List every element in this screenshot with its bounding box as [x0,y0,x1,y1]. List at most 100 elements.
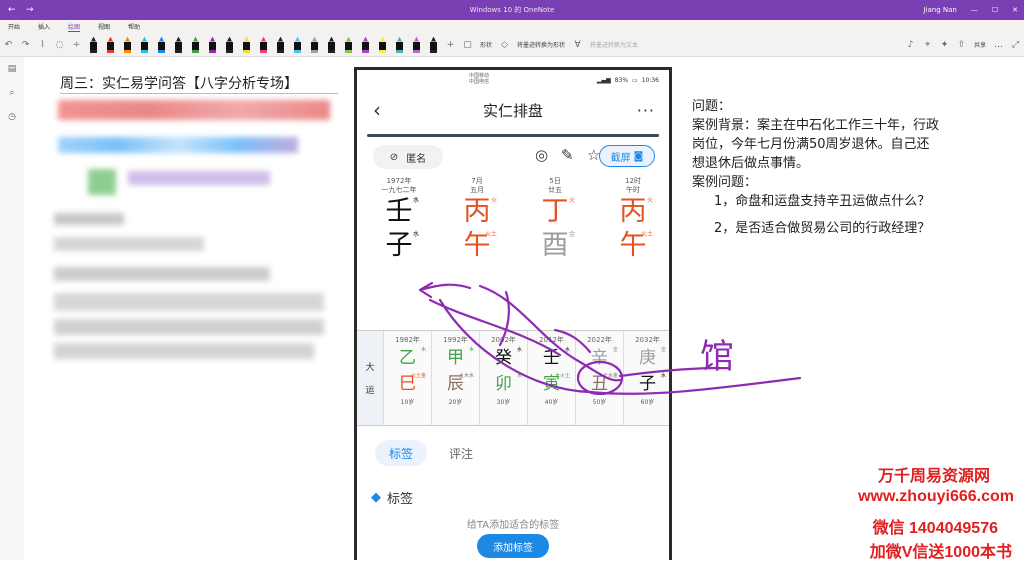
dayun-age: 10岁 [400,399,415,406]
redo-icon[interactable]: ↷ [19,38,32,52]
ink-to-text-button[interactable]: 将墨迹转换为文本 [590,40,638,49]
pen-icon[interactable] [124,36,131,53]
pen-icon[interactable] [226,36,233,53]
ribbon-tabs: 开始 插入 绘图 视图 帮助 [0,20,1024,33]
pen-icon[interactable] [107,36,114,53]
more-icon[interactable]: ··· [637,101,655,120]
ink-to-shape-button[interactable]: 将墨迹转换为形状 [517,40,565,49]
pen-icon[interactable] [345,36,352,53]
signal-icon: ▂▄▆ [596,76,611,84]
dayun-year: 2012年 [539,336,564,344]
pen-icon[interactable] [158,36,165,53]
more-icon[interactable]: … [992,38,1005,52]
carrier-labels: 中国移动 中国电信 [469,73,489,85]
pillar-column: 12时 午时丙火午火土 [603,177,663,263]
action-row: ⊘ 匿名 ◎ ✎ ☆ 截屏 ◙ [357,137,669,177]
watermark-line-2: www.zhouyi666.com [858,488,1014,505]
dayun-branch: 寅木火土 [543,373,570,394]
eraser-icon[interactable]: ◌ [53,38,66,52]
ink-to-text-icon[interactable]: Ɐ [571,38,584,52]
share-button[interactable]: 共享 [974,40,986,49]
pen-icon[interactable] [175,36,182,53]
tag-edit-icon[interactable]: ✎ [561,146,574,164]
pen-icon[interactable] [192,36,199,53]
pen-icon[interactable] [379,36,386,53]
tab-tags[interactable]: 标签 [375,440,427,466]
app-title: 实仁排盘 [482,101,543,120]
ribbon-tab[interactable]: 开始 [8,22,20,31]
shape-icon[interactable]: ▢ [461,38,474,52]
shape-button[interactable]: 形状 [480,40,492,49]
add-tag-button[interactable]: 添加标签 [477,534,549,558]
pen-icon[interactable] [311,36,318,53]
dayun-column[interactable]: 2002年癸水卯木 30岁 [479,331,527,425]
heavenly-stem: 丁火 [541,196,576,227]
close-icon[interactable]: ✕ [1012,6,1018,14]
note-page[interactable]: 周三：实仁易学问答【八字分析专场】 中国移动 中国电信 ▂▄▆ 83% ▭ 10… [24,57,1024,560]
share-icon[interactable]: ⇧ [955,38,968,52]
tab-comments[interactable]: 评注 [439,440,483,466]
dayun-stem: 癸水 [495,347,522,368]
pillar-lunar: 廿五 [548,186,562,194]
ink-to-shape-icon[interactable]: ◇ [498,38,511,52]
dayun-column[interactable]: 2032年庚金子水 60岁 [623,331,669,425]
pen-icon[interactable] [294,36,301,53]
eye-off-icon: ⊘ [389,151,399,163]
qa-question-heading: 案例问题： [692,175,758,190]
swirl-icon[interactable]: ◎ [535,146,548,164]
dayun-column[interactable]: 2022年辛金丑土水金 50岁 [575,331,623,425]
pen-icon[interactable] [209,36,216,53]
pen-icon[interactable] [362,36,369,53]
redacted-block [128,171,270,185]
ribbon-tab[interactable]: 帮助 [128,22,140,31]
undo-icon[interactable]: ↶ [2,38,15,52]
dayun-column[interactable]: 1982年乙木巳火土金 10岁 [383,331,431,425]
dayun-column[interactable]: 2012年壬水寅木火土 40岁 [527,331,575,425]
dayun-side-label: 大 运 [357,331,383,425]
pillar-lunar: 五月 [470,186,484,194]
pen-icon[interactable] [277,36,284,53]
lasso-icon[interactable]: ⌇ [36,38,49,52]
detail-tabs: 标签 评注 [357,440,669,470]
pen-icon[interactable] [260,36,267,53]
dayun-table: 大 运 1982年乙木巳火土金 10岁 1992年甲木辰土木水 20岁 2002年癸水卯… [357,330,669,426]
notification-icon[interactable]: ♪ [904,38,917,52]
pen-icon[interactable] [430,36,437,53]
pen-icon[interactable] [243,36,250,53]
ribbon-tab[interactable]: 插入 [38,22,50,31]
restore-icon[interactable]: ⤢ [1009,38,1022,52]
maximize-icon[interactable]: ☐ [992,6,998,14]
add-pen-icon[interactable]: + [444,38,457,52]
earthly-branch: 午火土 [619,230,654,261]
dayun-stem: 辛金 [591,347,618,368]
pen-icon[interactable] [328,36,335,53]
dayun-stem: 乙木 [399,347,426,368]
search-icon[interactable]: ⌕ [0,81,24,105]
dayun-side-2: 运 [365,386,375,396]
earthly-branch: 午火土 [463,230,498,261]
redacted-block [54,267,270,281]
pillar-column: 1972年 一九七二年壬水子水 [369,177,429,263]
pin-icon[interactable]: ⌖ [921,38,934,52]
redacted-block [54,293,324,311]
pen-icon[interactable] [90,36,97,53]
heavenly-stem: 丙火 [463,196,498,227]
minimize-icon[interactable]: — [971,6,978,14]
pen-icon[interactable] [396,36,403,53]
pen-icon[interactable] [141,36,148,53]
ribbon-tab[interactable]: 视图 [98,22,110,31]
clock: 10:36 [641,76,659,84]
anonymous-toggle[interactable]: ⊘ 匿名 [373,145,443,169]
dayun-column[interactable]: 1992年甲木辰土木水 20岁 [431,331,479,425]
notebooks-icon[interactable]: ▤ [0,57,24,81]
user-name[interactable]: Jiang Nan [923,6,956,14]
window-title: Windows 10 的 OneNote [469,6,555,14]
add-space-icon[interactable]: ÷ [70,38,83,52]
lightbulb-icon[interactable]: ✦ [938,38,951,52]
pen-icon[interactable] [413,36,420,53]
recent-icon[interactable]: ◷ [0,105,24,129]
dayun-year: 2002年 [491,336,516,344]
screenshot-button[interactable]: 截屏 ◙ [599,145,655,167]
pillar-date: 7月 [471,177,483,185]
ribbon-tab[interactable]: 绘图 [68,22,81,32]
